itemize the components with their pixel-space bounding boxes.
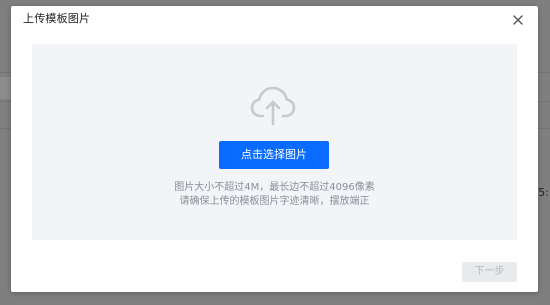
next-step-button[interactable]: 下一步	[462, 262, 517, 282]
close-icon	[513, 15, 523, 25]
dialog-title: 上传模板图片	[23, 12, 91, 25]
select-image-button[interactable]: 点击选择图片	[219, 141, 329, 169]
cloud-upload-icon	[250, 86, 296, 126]
background-text: 5:	[538, 186, 549, 199]
close-button[interactable]	[510, 12, 526, 28]
upload-hint-size: 图片大小不超过4M，最长边不超过4096像素	[174, 182, 375, 193]
dialog-header: 上传模板图片	[11, 6, 538, 34]
upload-template-dialog: 上传模板图片 点击选择图片 图片大小不超过4M，最长边不超过4096像素 请确保…	[11, 6, 538, 292]
upload-hint-clarity: 请确保上传的模板图片字迹清晰，摆放端正	[179, 196, 370, 207]
upload-drop-area[interactable]: 点击选择图片 图片大小不超过4M，最长边不超过4096像素 请确保上传的模板图片…	[32, 44, 517, 240]
